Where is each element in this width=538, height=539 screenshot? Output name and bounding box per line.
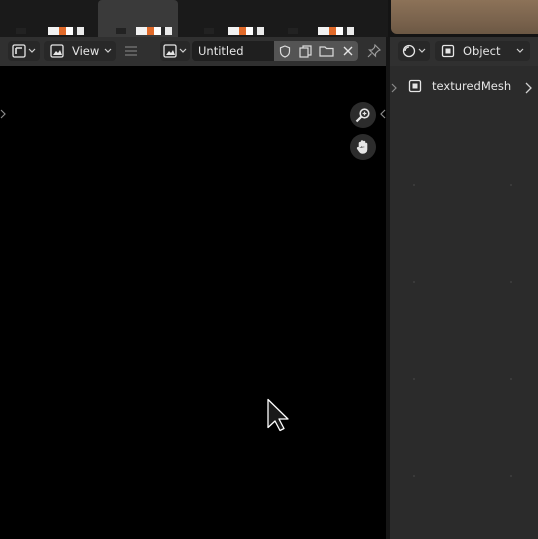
object-name: texturedMesh	[432, 79, 512, 93]
duplicate-image-button[interactable]	[295, 41, 316, 61]
image-editor-header: View Untitled	[0, 37, 388, 66]
properties-panel: texturedMesh	[390, 66, 538, 539]
object-mode-icon	[441, 44, 455, 58]
menu-icon	[125, 46, 137, 56]
zoom-gizmo[interactable]	[350, 102, 376, 128]
pin-icon	[367, 44, 381, 58]
view-menu-label: View	[72, 44, 100, 58]
chevron-down-icon	[418, 48, 426, 53]
close-icon	[343, 46, 352, 56]
mouse-cursor-icon	[267, 398, 289, 432]
chevron-down-icon	[516, 48, 524, 53]
fake-user-shield-icon	[279, 44, 290, 58]
close-image-button[interactable]	[337, 41, 358, 61]
image-name-text: Untitled	[198, 44, 244, 58]
pin-button[interactable]	[363, 41, 385, 61]
object-mode-dropdown[interactable]: Object	[435, 41, 530, 61]
pan-hand-icon	[356, 140, 368, 154]
chevron-down-icon	[104, 48, 112, 53]
object-breadcrumb[interactable]: texturedMesh	[408, 79, 511, 93]
properties-header: Object	[390, 37, 538, 66]
workspace-thumbnail-strip	[0, 0, 388, 37]
menu-button[interactable]	[120, 41, 142, 61]
workspace-thumbnail[interactable]	[190, 0, 270, 37]
tabs-expand-icon[interactable]	[391, 83, 397, 93]
duplicate-image-icon	[299, 44, 312, 58]
viewport-shading-button[interactable]	[398, 41, 430, 61]
image-icon	[50, 44, 64, 58]
image-editor-canvas[interactable]	[0, 66, 386, 539]
browse-image-button[interactable]	[160, 41, 190, 61]
chevron-right-icon[interactable]	[525, 82, 532, 94]
object-mode-label: Object	[463, 44, 501, 58]
editor-type-button[interactable]	[8, 41, 40, 61]
chevron-down-icon	[179, 48, 187, 53]
editor-type-icon	[12, 44, 26, 58]
image-name-field[interactable]: Untitled	[192, 41, 274, 61]
object-icon	[408, 79, 422, 93]
zoom-icon	[355, 108, 370, 123]
chevron-down-icon	[28, 48, 36, 53]
viewport-shading-icon	[402, 44, 416, 58]
open-image-button[interactable]	[316, 41, 337, 61]
view-menu-button[interactable]: View	[44, 41, 116, 61]
pan-gizmo[interactable]	[350, 134, 376, 160]
toolbar-expand-icon[interactable]	[0, 109, 6, 119]
open-folder-icon	[319, 46, 334, 57]
browse-image-icon	[163, 44, 177, 58]
workspace-thumbnail[interactable]	[282, 0, 362, 37]
render-thumbnail	[388, 0, 538, 37]
workspace-thumbnail[interactable]	[6, 0, 86, 37]
fake-user-button[interactable]	[274, 41, 295, 61]
workspace-thumbnail-active[interactable]	[98, 0, 178, 37]
